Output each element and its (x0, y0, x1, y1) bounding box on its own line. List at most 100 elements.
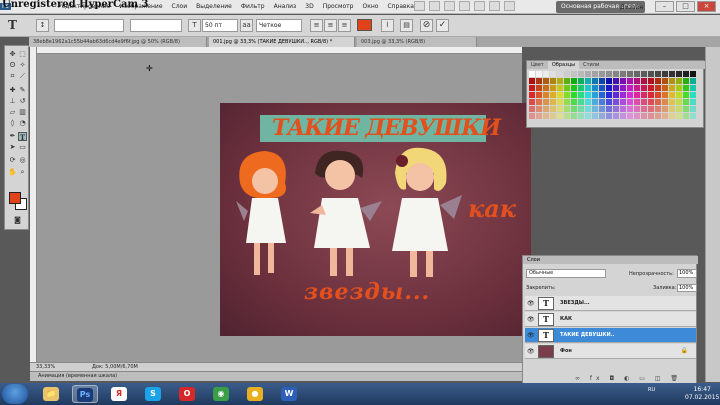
color-swatch[interactable] (627, 92, 633, 98)
color-swatch[interactable] (536, 85, 542, 91)
color-swatch[interactable] (529, 99, 535, 105)
eraser-tool-icon[interactable]: ▱ (8, 108, 17, 117)
color-swatch[interactable] (557, 113, 563, 119)
visibility-eye-icon[interactable]: 👁 (527, 332, 535, 339)
color-swatch[interactable] (557, 78, 563, 84)
language-indicator[interactable]: RU (648, 387, 655, 393)
color-swatch[interactable] (641, 78, 647, 84)
menu-item[interactable]: Окно (362, 3, 378, 10)
color-swatch[interactable] (529, 92, 535, 98)
color-swatch[interactable] (669, 106, 675, 112)
color-swatch[interactable] (620, 71, 626, 77)
color-swatch[interactable] (571, 71, 577, 77)
color-swatch[interactable] (585, 113, 591, 119)
color-swatch[interactable] (557, 92, 563, 98)
color-swatch[interactable] (641, 106, 647, 112)
healing-brush-tool-icon[interactable]: ✚ (8, 86, 17, 95)
color-swatch[interactable] (627, 99, 633, 105)
color-swatch[interactable] (655, 71, 661, 77)
color-swatch[interactable] (578, 92, 584, 98)
color-swatch[interactable] (620, 85, 626, 91)
hand-tool-icon[interactable]: ✋ (8, 168, 17, 177)
color-swatch[interactable] (683, 85, 689, 91)
color-swatch[interactable] (543, 92, 549, 98)
marquee-tool-icon[interactable]: ⬚ (18, 50, 27, 59)
quick-mask-icon[interactable]: ◙ (13, 216, 22, 225)
font-size-field[interactable]: 50 пт (202, 19, 238, 32)
visibility-eye-icon[interactable]: 👁 (527, 300, 535, 307)
color-swatch[interactable] (620, 92, 626, 98)
color-swatch[interactable] (585, 78, 591, 84)
menu-item[interactable]: Фильтр (241, 3, 265, 10)
crop-tool-icon[interactable]: ⌗ (8, 72, 17, 81)
fill-field[interactable]: 100% (677, 284, 697, 292)
color-swatch[interactable] (655, 99, 661, 105)
color-swatch[interactable] (543, 78, 549, 84)
color-swatch[interactable] (641, 71, 647, 77)
color-swatch[interactable] (585, 71, 591, 77)
color-swatch[interactable] (620, 99, 626, 105)
photoshop-app[interactable]: Ps (72, 385, 98, 403)
color-swatch[interactable] (578, 85, 584, 91)
color-swatch[interactable] (676, 71, 682, 77)
color-swatch[interactable] (620, 78, 626, 84)
color-swatch[interactable] (599, 85, 605, 91)
history-brush-tool-icon[interactable]: ↺ (18, 97, 27, 106)
color-swatch[interactable] (557, 71, 563, 77)
antialias-select[interactable]: Четкое (256, 19, 302, 32)
color-swatch[interactable] (676, 78, 682, 84)
color-swatch[interactable] (571, 106, 577, 112)
menu-item[interactable]: Выделение (196, 3, 232, 10)
color-swatch[interactable] (599, 106, 605, 112)
color-swatch[interactable] (648, 78, 654, 84)
color-swatch[interactable] (564, 71, 570, 77)
color-swatch[interactable] (690, 78, 696, 84)
swatches-panel-tab[interactable]: Цвет (527, 61, 548, 69)
color-swatch[interactable] (592, 92, 598, 98)
color-swatch[interactable] (578, 71, 584, 77)
color-swatch[interactable] (669, 85, 675, 91)
color-swatch[interactable] (613, 71, 619, 77)
color-swatch[interactable] (536, 71, 542, 77)
color-swatch[interactable] (648, 113, 654, 119)
explorer-app[interactable]: 📁 (38, 385, 64, 403)
blur-tool-icon[interactable]: ◊ (8, 119, 17, 128)
menu-item[interactable]: Слои (172, 3, 188, 10)
layers-tab[interactable]: Слои (523, 256, 698, 264)
color-swatch[interactable] (599, 71, 605, 77)
horizontal-ruler[interactable] (30, 47, 522, 54)
color-swatch[interactable] (641, 85, 647, 91)
color-swatch[interactable] (683, 106, 689, 112)
color-swatch[interactable] (648, 92, 654, 98)
opacity-field[interactable]: 100% (677, 269, 697, 278)
color-swatch[interactable] (557, 106, 563, 112)
font-family-select[interactable] (54, 19, 124, 32)
color-swatch[interactable] (564, 113, 570, 119)
color-swatch[interactable] (683, 78, 689, 84)
color-swatch[interactable] (634, 85, 640, 91)
color-swatch[interactable] (627, 78, 633, 84)
path-selection-tool-icon[interactable]: ➤ (8, 143, 17, 152)
color-swatch[interactable] (592, 99, 598, 105)
color-swatch[interactable] (683, 92, 689, 98)
color-swatch[interactable] (613, 106, 619, 112)
color-swatch[interactable] (620, 113, 626, 119)
color-swatch[interactable] (690, 92, 696, 98)
color-swatch[interactable] (606, 113, 612, 119)
color-swatch[interactable] (634, 99, 640, 105)
color-swatch[interactable] (550, 113, 556, 119)
color-swatch[interactable] (634, 78, 640, 84)
color-swatch[interactable] (578, 106, 584, 112)
bridge-button[interactable] (414, 1, 425, 11)
menu-item[interactable]: Анализ (274, 3, 297, 10)
layer-row[interactable]: 👁 T КАК (525, 312, 696, 327)
color-swatch[interactable] (550, 92, 556, 98)
color-swatch[interactable] (613, 85, 619, 91)
color-swatch[interactable] (641, 99, 647, 105)
color-swatch[interactable] (550, 99, 556, 105)
color-swatch[interactable] (585, 85, 591, 91)
color-swatch[interactable] (550, 106, 556, 112)
color-swatch[interactable] (578, 99, 584, 105)
color-swatch[interactable] (648, 85, 654, 91)
warp-text-icon[interactable]: ⌇ (381, 19, 394, 32)
